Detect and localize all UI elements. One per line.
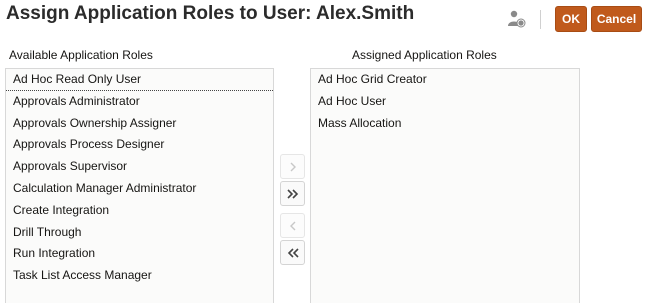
list-item[interactable]: Create Integration bbox=[6, 200, 273, 222]
list-item[interactable]: Run Integration bbox=[6, 243, 273, 265]
move-selected-button[interactable] bbox=[280, 154, 305, 179]
list-item[interactable]: Calculation Manager Administrator bbox=[6, 178, 273, 200]
available-roles-label: Available Application Roles bbox=[9, 48, 153, 62]
move-all-button[interactable] bbox=[280, 181, 305, 206]
remove-selected-button[interactable] bbox=[280, 213, 305, 238]
list-item[interactable]: Approvals Ownership Assigner bbox=[6, 113, 273, 135]
double-chevron-right-icon bbox=[286, 188, 298, 199]
remove-all-button[interactable] bbox=[280, 240, 305, 265]
chevron-left-icon bbox=[289, 221, 295, 230]
list-item[interactable]: Ad Hoc Grid Creator bbox=[311, 69, 579, 91]
list-item[interactable]: Approvals Administrator bbox=[6, 91, 273, 113]
list-item[interactable]: Approvals Process Designer bbox=[6, 134, 273, 156]
double-chevron-left-icon bbox=[287, 247, 299, 258]
assigned-roles-list[interactable]: Ad Hoc Grid Creator Ad Hoc User Mass All… bbox=[310, 68, 580, 303]
list-item[interactable]: Ad Hoc User bbox=[311, 91, 579, 113]
list-item[interactable]: Ad Hoc Read Only User bbox=[6, 69, 273, 91]
available-roles-list[interactable]: Ad Hoc Read Only User Approvals Administ… bbox=[5, 68, 274, 303]
page-title: Assign Application Roles to User: Alex.S… bbox=[6, 3, 415, 24]
list-item[interactable]: Approvals Supervisor bbox=[6, 156, 273, 178]
header-divider bbox=[540, 10, 541, 29]
cancel-button[interactable]: Cancel bbox=[591, 6, 642, 32]
ok-button[interactable]: OK bbox=[555, 6, 587, 32]
list-item[interactable]: Mass Allocation bbox=[311, 113, 579, 135]
list-item[interactable]: Drill Through bbox=[6, 222, 273, 244]
list-item[interactable]: Task List Access Manager bbox=[6, 265, 273, 287]
assigned-roles-label: Assigned Application Roles bbox=[352, 48, 497, 62]
chevron-right-icon bbox=[290, 162, 296, 171]
user-role-icon[interactable] bbox=[506, 9, 526, 29]
